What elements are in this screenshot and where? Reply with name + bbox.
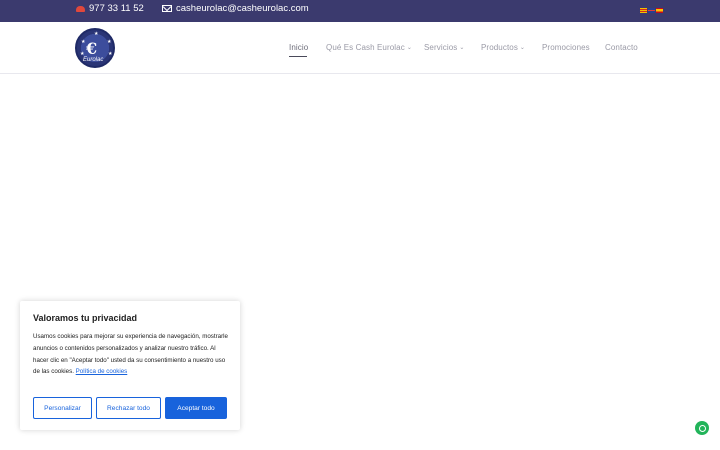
nav-item-promociones[interactable]: Promociones — [542, 43, 590, 52]
email-address[interactable]: casheurolac@casheurolac.com — [176, 3, 309, 14]
nav-item-servicios[interactable]: Servicios ⌄ — [424, 43, 465, 52]
chevron-down-icon: ⌄ — [519, 45, 526, 51]
logo-text: Eurolac — [83, 57, 104, 63]
flag-catalan-icon[interactable] — [640, 8, 647, 13]
nav-label: Contacto — [605, 43, 638, 52]
cookie-policy-link[interactable]: Política de cookies — [76, 368, 128, 375]
accept-all-button[interactable]: Aceptar todo — [165, 397, 227, 419]
main-navigation: Inicio Qué Es Cash Eurolac ⌄ Servicios ⌄ P… — [0, 43, 720, 55]
cookie-title: Valoramos tu privacidad — [33, 313, 138, 323]
top-contact-bar: 977 33 11 52 casheurolac@casheurolac.com — [0, 0, 720, 22]
nav-label: Inicio — [289, 43, 309, 52]
nav-item-contacto[interactable]: Contacto — [605, 43, 638, 52]
phone-contact[interactable]: 977 33 11 52 — [76, 3, 144, 14]
whatsapp-icon — [698, 424, 706, 432]
email-contact[interactable]: casheurolac@casheurolac.com — [162, 3, 309, 14]
nav-item-productos[interactable]: Productos ⌄ — [481, 43, 525, 52]
nav-label: Qué Es Cash Eurolac — [326, 43, 405, 52]
cookie-description: Usamos cookies para mejorar su experienc… — [33, 331, 229, 378]
nav-item-que-es[interactable]: Qué Es Cash Eurolac ⌄ — [326, 43, 412, 52]
active-nav-indicator — [289, 56, 307, 57]
language-switcher — [640, 8, 663, 13]
flag-english-icon[interactable] — [648, 8, 655, 13]
nav-item-inicio[interactable]: Inicio — [289, 43, 308, 52]
chevron-down-icon: ⌄ — [406, 45, 412, 51]
customize-button[interactable]: Personalizar — [33, 397, 92, 419]
phone-icon — [76, 5, 85, 12]
chevron-down-icon: ⌄ — [459, 45, 465, 51]
reject-all-button[interactable]: Rechazar todo — [96, 397, 161, 419]
phone-number[interactable]: 977 33 11 52 — [89, 3, 144, 14]
star-icon: ★ — [94, 31, 99, 37]
envelope-icon — [162, 5, 172, 12]
nav-label: Promociones — [542, 43, 590, 52]
flag-spanish-icon[interactable] — [656, 8, 663, 13]
whatsapp-button[interactable] — [695, 421, 709, 435]
cookie-text: Usamos cookies para mejorar su experienc… — [33, 333, 228, 376]
nav-label: Productos — [481, 43, 518, 52]
cookie-consent-banner: Valoramos tu privacidad Usamos cookies p… — [20, 301, 240, 430]
nav-label: Servicios — [424, 43, 458, 52]
